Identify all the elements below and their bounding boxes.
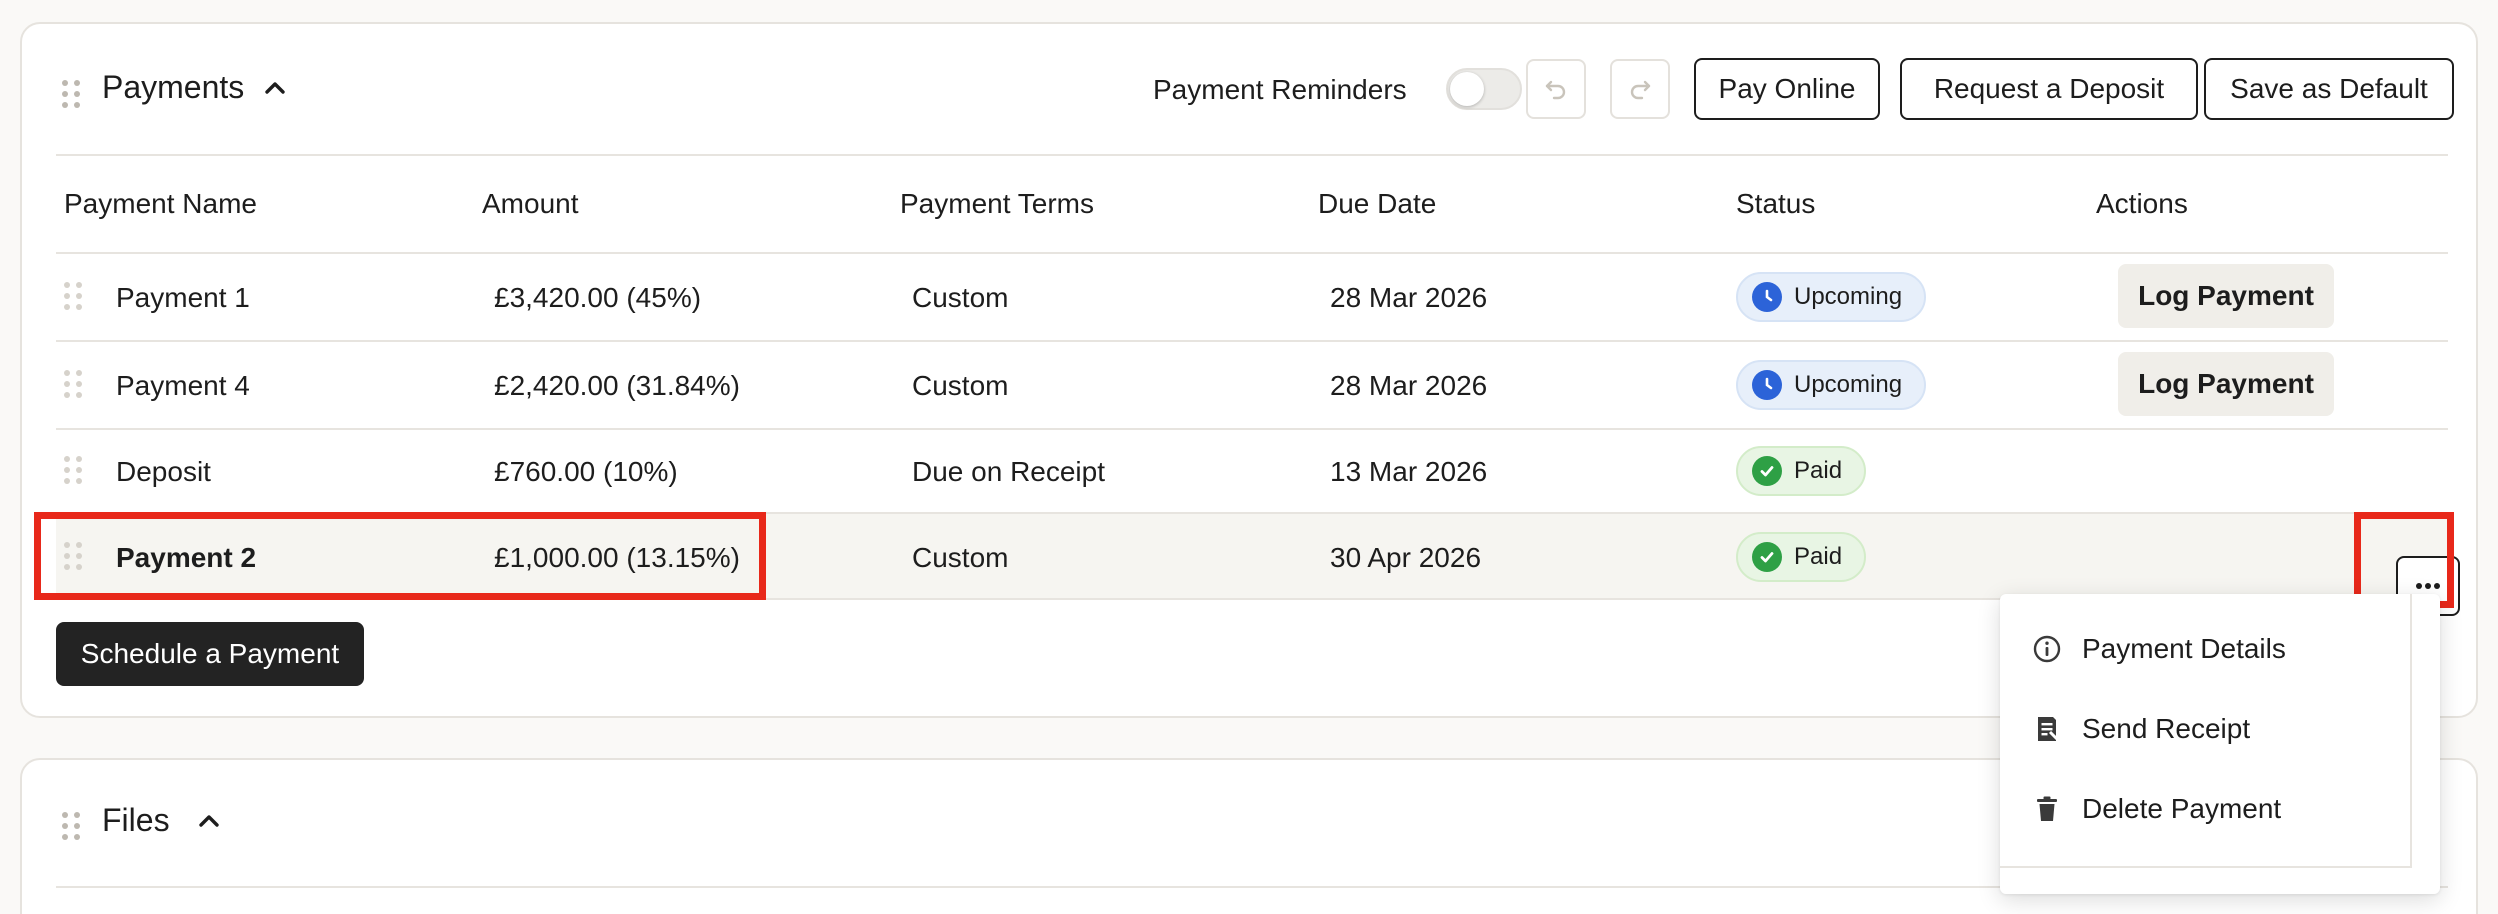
payment-terms: Due on Receipt — [912, 456, 1106, 487]
menu-item-label: Send Receipt — [2082, 713, 2251, 744]
clock-icon — [1752, 370, 1782, 400]
section-title-files: Files — [102, 802, 170, 838]
payment-amount: £2,420.00 (31.84%) — [494, 370, 740, 401]
status-label: Paid — [1794, 543, 1843, 570]
table-row[interactable]: Payment 4 £2,420.00 (31.84%) Custom 28 M… — [56, 342, 2448, 428]
status-label: Upcoming — [1794, 371, 1903, 398]
row-drag-handle-icon[interactable] — [64, 370, 82, 398]
status-label: Paid — [1794, 457, 1843, 484]
row-drag-handle-icon[interactable] — [64, 456, 82, 484]
table-row[interactable]: Payment 1 £3,420.00 (45%) Custom 28 Mar … — [56, 254, 2448, 340]
request-deposit-button[interactable]: Request a Deposit — [1900, 58, 2198, 120]
status-badge: Paid — [1736, 532, 1867, 582]
log-payment-button[interactable]: Log Payment — [2118, 264, 2334, 328]
payment-due-date: 30 Apr 2026 — [1330, 542, 1482, 573]
menu-divider-horizontal — [2000, 866, 2412, 868]
column-header-actions: Actions — [2096, 188, 2188, 219]
status-badge: Upcoming — [1736, 360, 1927, 410]
menu-item-send-receipt[interactable]: Send Receipt — [2032, 701, 2250, 757]
chevron-up-icon[interactable] — [264, 77, 286, 99]
column-header-payment-name: Payment Name — [64, 188, 257, 219]
column-header-due-date: Due Date — [1318, 188, 1437, 219]
payment-amount: £3,420.00 (45%) — [494, 282, 702, 313]
payment-terms: Custom — [912, 542, 1009, 573]
toggle-knob — [1450, 72, 1484, 106]
schedule-payment-button[interactable]: Schedule a Payment — [56, 622, 364, 686]
payment-terms: Custom — [912, 370, 1009, 401]
header-divider — [56, 154, 2448, 156]
payment-amount: £760.00 (10%) — [494, 456, 678, 487]
payment-reminders-label: Payment Reminders — [1153, 74, 1407, 105]
menu-item-label: Payment Details — [2082, 633, 2286, 664]
log-payment-button[interactable]: Log Payment — [2118, 352, 2334, 416]
payment-terms: Custom — [912, 282, 1009, 313]
menu-item-label: Delete Payment — [2082, 793, 2282, 824]
undo-icon — [1545, 80, 1566, 100]
payment-due-date: 28 Mar 2026 — [1330, 282, 1488, 313]
column-header-amount: Amount — [482, 188, 579, 219]
save-as-default-button[interactable]: Save as Default — [2204, 58, 2454, 120]
payment-name: Payment 1 — [116, 282, 250, 313]
info-circle-icon — [2032, 634, 2062, 664]
payment-name: Deposit — [116, 456, 211, 487]
payment-reminders-toggle[interactable] — [1446, 68, 1522, 110]
chevron-up-icon[interactable] — [198, 810, 220, 832]
redo-button[interactable] — [1610, 59, 1670, 119]
column-header-payment-terms: Payment Terms — [900, 188, 1094, 219]
pay-online-button[interactable]: Pay Online — [1694, 58, 1880, 120]
check-circle-icon — [1752, 456, 1782, 486]
undo-button[interactable] — [1526, 59, 1586, 119]
drag-handle-icon[interactable] — [62, 812, 80, 840]
trash-icon — [2032, 794, 2062, 824]
menu-item-delete-payment[interactable]: Delete Payment — [2032, 781, 2281, 837]
check-circle-icon — [1752, 542, 1782, 572]
table-row[interactable]: Deposit £760.00 (10%) Due on Receipt 13 … — [56, 430, 2448, 512]
payment-due-date: 13 Mar 2026 — [1330, 456, 1488, 487]
menu-divider-vertical — [2410, 594, 2412, 866]
clock-icon — [1752, 282, 1782, 312]
status-badge: Paid — [1736, 446, 1867, 496]
drag-handle-icon[interactable] — [62, 80, 80, 108]
row-actions-menu: Payment Details Send Receipt Delete Paym… — [2000, 594, 2440, 894]
row-drag-handle-icon[interactable] — [64, 282, 82, 310]
status-label: Upcoming — [1794, 283, 1903, 310]
menu-item-payment-details[interactable]: Payment Details — [2032, 621, 2286, 677]
highlight-box-payment-row — [34, 512, 766, 600]
section-title-payments: Payments — [102, 69, 245, 105]
redo-icon — [1630, 80, 1651, 100]
column-header-status: Status — [1736, 188, 1816, 219]
payment-due-date: 28 Mar 2026 — [1330, 370, 1488, 401]
payment-name: Payment 4 — [116, 370, 250, 401]
receipt-icon — [2032, 714, 2062, 744]
status-badge: Upcoming — [1736, 272, 1927, 322]
